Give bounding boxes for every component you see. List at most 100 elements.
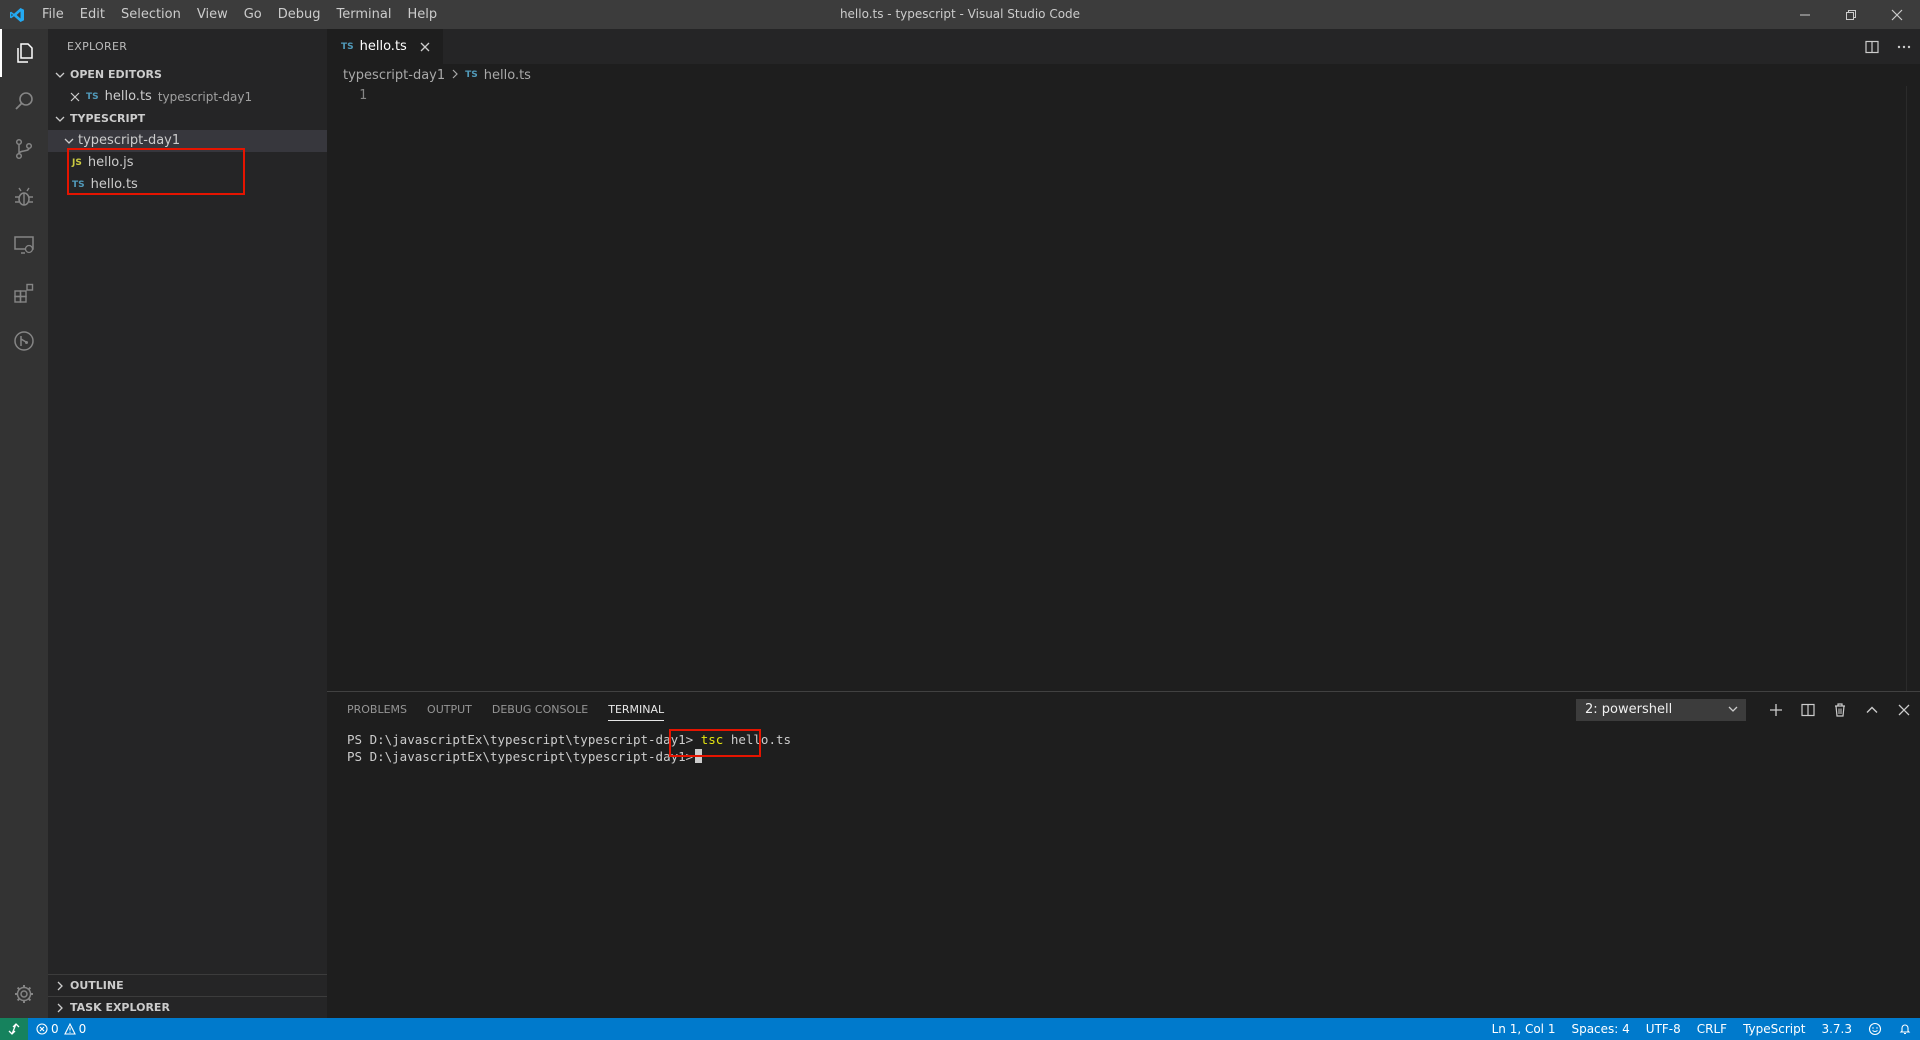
panel-tabs: PROBLEMS OUTPUT DEBUG CONSOLE TERMINAL 2… — [327, 692, 1920, 727]
highlight-box-files — [67, 148, 245, 195]
typescript-version[interactable]: 3.7.3 — [1813, 1018, 1860, 1040]
task-explorer-label: TASK EXPLORER — [70, 1000, 170, 1014]
tab-label: hello.ts — [359, 39, 407, 54]
warning-icon — [63, 1023, 76, 1035]
status-bar: 0 0 Ln 1, Col 1 Spaces: 4 UTF-8 CRLF Typ… — [0, 1018, 1920, 1040]
tab-output[interactable]: OUTPUT — [427, 692, 472, 727]
workspace-header[interactable]: TYPESCRIPT — [48, 108, 327, 130]
status-right: Ln 1, Col 1 Spaces: 4 UTF-8 CRLF TypeScr… — [1484, 1018, 1920, 1040]
tab-debug-console[interactable]: DEBUG CONSOLE — [492, 692, 588, 727]
tab-terminal[interactable]: TERMINAL — [608, 692, 664, 727]
highlight-box-command — [669, 729, 761, 757]
chevron-down-icon — [1727, 703, 1739, 719]
chevron-up-icon[interactable] — [1856, 692, 1888, 727]
code-editor[interactable]: 1 — [327, 86, 1920, 691]
split-terminal-icon[interactable] — [1792, 692, 1824, 727]
problems-status[interactable]: 0 0 — [28, 1018, 94, 1040]
terminal-output[interactable]: PS D:\javascriptEx\typescript\typescript… — [327, 727, 1920, 765]
editor-scrollbar[interactable] — [1906, 86, 1920, 691]
close-icon[interactable] — [1888, 692, 1920, 727]
terminal-select[interactable]: 2: powershell — [1576, 698, 1746, 721]
menu-help[interactable]: Help — [399, 0, 445, 29]
panel-actions: 2: powershell — [1576, 692, 1920, 727]
git-graph-icon[interactable] — [0, 317, 48, 365]
menu-selection[interactable]: Selection — [113, 0, 189, 29]
error-count: 0 — [51, 1022, 59, 1036]
chevron-right-icon — [52, 1000, 68, 1016]
source-control-icon[interactable] — [0, 125, 48, 173]
cursor-position[interactable]: Ln 1, Col 1 — [1484, 1018, 1564, 1040]
terminal-line: PS D:\javascriptEx\typescript\typescript… — [347, 731, 1920, 748]
outline-label: OUTLINE — [70, 978, 124, 992]
menu-debug[interactable]: Debug — [270, 0, 329, 29]
more-icon[interactable] — [1888, 29, 1920, 64]
trash-icon[interactable] — [1824, 692, 1856, 727]
task-explorer-header[interactable]: TASK EXPLORER — [48, 996, 327, 1018]
remote-icon[interactable] — [0, 1018, 28, 1040]
split-editor-icon[interactable] — [1856, 29, 1888, 64]
error-icon — [36, 1023, 48, 1035]
typescript-file-icon: TS — [341, 41, 354, 52]
explorer-sidebar: EXPLORER OPEN EDITORS TS hello.ts typesc… — [48, 29, 327, 1018]
menu-terminal[interactable]: Terminal — [329, 0, 400, 29]
plus-icon[interactable] — [1760, 692, 1792, 727]
outline-header[interactable]: OUTLINE — [48, 974, 327, 996]
remote-explorer-icon[interactable] — [0, 221, 48, 269]
sidebar-title: EXPLORER — [67, 40, 128, 53]
open-editor-description: typescript-day1 — [157, 90, 253, 104]
breadcrumb-file[interactable]: hello.ts — [484, 68, 531, 83]
terminal-prompt: PS D:\javascriptEx\typescript\typescript… — [347, 749, 694, 764]
chevron-down-icon — [62, 136, 76, 146]
menu-view[interactable]: View — [189, 0, 236, 29]
chevron-down-icon — [52, 111, 68, 127]
editor-area: TS hello.ts typescript-day1 TS hello.ts … — [327, 29, 1920, 691]
workspace-label: TYPESCRIPT — [70, 112, 146, 125]
chevron-right-icon — [451, 68, 459, 83]
activity-bar — [0, 29, 48, 1018]
breadcrumb: typescript-day1 TS hello.ts — [327, 64, 1920, 86]
gear-icon[interactable] — [0, 970, 48, 1018]
terminal-prompt: PS D:\javascriptEx\typescript\typescript… — [347, 732, 694, 747]
bottom-panel: PROBLEMS OUTPUT DEBUG CONSOLE TERMINAL 2… — [327, 691, 1920, 1018]
vscode-logo-icon — [0, 0, 34, 29]
open-editors-header[interactable]: OPEN EDITORS — [48, 64, 327, 86]
line-number: 1 — [359, 88, 367, 103]
restore-button[interactable] — [1828, 0, 1874, 29]
breadcrumb-folder[interactable]: typescript-day1 — [343, 68, 445, 83]
open-editor-filename: hello.ts — [104, 89, 152, 104]
bell-icon[interactable] — [1890, 1018, 1920, 1040]
close-icon[interactable] — [68, 92, 82, 102]
editor-tabs: TS hello.ts — [327, 29, 1920, 64]
extensions-icon[interactable] — [0, 269, 48, 317]
editor-actions — [1856, 29, 1920, 64]
menu-file[interactable]: File — [34, 0, 72, 29]
menu-bar: File Edit Selection View Go Debug Termin… — [34, 0, 445, 29]
language-mode[interactable]: TypeScript — [1735, 1018, 1813, 1040]
tab-problems[interactable]: PROBLEMS — [347, 692, 407, 727]
close-icon[interactable] — [417, 39, 433, 55]
minimize-button[interactable] — [1782, 0, 1828, 29]
terminal-select-value: 2: powershell — [1585, 702, 1673, 717]
window-controls — [1782, 0, 1920, 29]
chevron-down-icon — [52, 67, 68, 83]
sidebar-bottom-sections: OUTLINE TASK EXPLORER — [48, 974, 327, 1018]
tab-hello-ts[interactable]: TS hello.ts — [327, 29, 443, 64]
close-window-button[interactable] — [1874, 0, 1920, 29]
title-bar: File Edit Selection View Go Debug Termin… — [0, 0, 1920, 29]
terminal-line: PS D:\javascriptEx\typescript\typescript… — [347, 748, 1920, 765]
encoding[interactable]: UTF-8 — [1638, 1018, 1689, 1040]
chevron-right-icon — [52, 978, 68, 994]
typescript-file-icon: TS — [86, 92, 99, 102]
warning-count: 0 — [78, 1022, 87, 1036]
menu-go[interactable]: Go — [236, 0, 270, 29]
end-of-line[interactable]: CRLF — [1689, 1018, 1735, 1040]
debug-icon[interactable] — [0, 173, 48, 221]
typescript-file-icon: TS — [465, 70, 478, 80]
indentation[interactable]: Spaces: 4 — [1563, 1018, 1637, 1040]
open-editors-label: OPEN EDITORS — [70, 68, 162, 81]
menu-edit[interactable]: Edit — [72, 0, 113, 29]
feedback-icon[interactable] — [1860, 1018, 1890, 1040]
search-icon[interactable] — [0, 77, 48, 125]
files-icon[interactable] — [0, 29, 48, 77]
open-editor-item[interactable]: TS hello.ts typescript-day1 — [48, 86, 327, 108]
